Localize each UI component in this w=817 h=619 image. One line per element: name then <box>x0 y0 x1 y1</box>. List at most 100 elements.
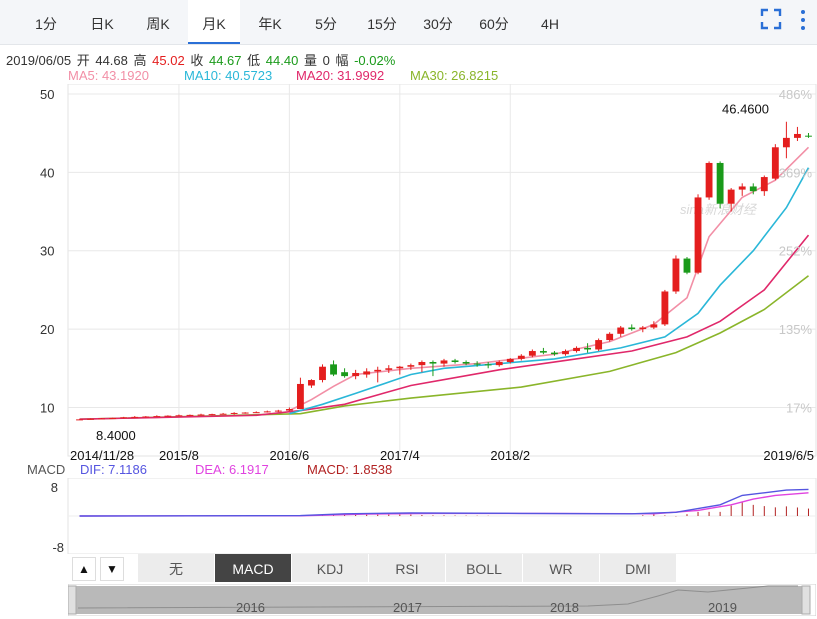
candle-body <box>606 333 614 341</box>
indicator-tab-boll[interactable]: BOLL <box>446 554 523 582</box>
candle <box>274 409 282 413</box>
tab-monthly[interactable]: 月K <box>188 0 240 44</box>
candle-body <box>142 416 150 418</box>
candle-body <box>683 258 691 273</box>
candle <box>263 410 271 413</box>
indicator-tab-kdj[interactable]: KDJ <box>292 554 369 582</box>
candle <box>374 366 382 383</box>
candle <box>330 360 337 377</box>
y-tick-label: 40 <box>40 165 54 180</box>
indicator-tab-none[interactable]: 无 <box>138 554 215 582</box>
candle-body <box>407 365 415 367</box>
candle <box>219 412 227 415</box>
candle-body <box>153 416 161 418</box>
candle <box>76 419 83 421</box>
candle <box>771 144 779 181</box>
tab-weekly[interactable]: 周K <box>132 0 184 44</box>
navigator-label-2018: 2018 <box>550 600 579 615</box>
dif-line <box>79 488 809 517</box>
candle-body <box>87 418 94 420</box>
open-value: 44.68 <box>95 53 128 68</box>
x-tick-label: 2017/4 <box>380 448 420 463</box>
x-tick-label: 2019/6/5 <box>763 448 814 463</box>
tab-daily[interactable]: 日K <box>76 0 128 44</box>
candle <box>296 377 304 410</box>
candle <box>120 416 128 419</box>
y-tick-label: 10 <box>40 400 54 415</box>
candle-body <box>440 360 448 364</box>
x-tick-label: 2016/6 <box>269 448 309 463</box>
candle-body <box>727 189 735 204</box>
navigator-right-handle[interactable] <box>801 585 811 615</box>
candle <box>782 121 790 159</box>
pct-tick-label: 252% <box>779 244 813 259</box>
candle-body <box>539 351 547 353</box>
chart-frame <box>67 84 817 457</box>
macd-axis-top: 8 <box>51 480 58 495</box>
candle-body <box>794 133 801 138</box>
candle <box>573 346 580 353</box>
scroll-down-button[interactable]: ▼ <box>100 557 124 581</box>
tab-yearly[interactable]: 年K <box>244 0 296 44</box>
candle-body <box>672 258 680 292</box>
candle <box>319 364 326 383</box>
tab-4h[interactable]: 4H <box>524 0 576 44</box>
y-tick-label: 20 <box>40 322 54 337</box>
candle <box>175 414 183 417</box>
candle-body <box>308 380 315 386</box>
tab-1min[interactable]: 1分 <box>20 0 72 44</box>
candle-body <box>208 414 216 416</box>
scroll-up-button[interactable]: ▲ <box>72 557 96 581</box>
candle-body <box>263 411 271 413</box>
x-tick-label: 2018/2 <box>490 448 530 463</box>
range-navigator[interactable]: 2016 2017 2018 2019 <box>68 584 816 616</box>
candle <box>760 175 768 196</box>
navigator-label-2016: 2016 <box>236 600 265 615</box>
tab-5min[interactable]: 5分 <box>300 0 352 44</box>
tab-60min[interactable]: 60分 <box>468 0 520 44</box>
y-tick-label: 50 <box>40 87 54 102</box>
tab-30min[interactable]: 30分 <box>412 0 464 44</box>
pct-tick-label: 486% <box>779 87 813 102</box>
macd-value-legend: MACD: 1.8538 <box>307 462 393 477</box>
candle-body <box>109 418 117 420</box>
candle-body <box>771 147 779 179</box>
indicator-tab-dmi[interactable]: DMI <box>600 554 677 582</box>
candle-body <box>175 415 183 417</box>
candle-body <box>551 352 558 355</box>
pct-tick-label: 369% <box>779 165 813 180</box>
candle-body <box>661 291 669 325</box>
quote-date: 2019/06/05 <box>6 53 72 68</box>
macd-label: MACD <box>27 462 66 477</box>
candle-body <box>274 410 282 412</box>
period-tab-bar: 1分 日K 周K 月K 年K 5分 15分 30分 60分 4H <box>0 0 817 45</box>
candle-body <box>760 177 768 192</box>
max-price-label: 46.4600 <box>722 102 769 117</box>
candle-body <box>230 412 238 414</box>
candle-body <box>628 327 636 330</box>
candle <box>539 347 547 355</box>
more-vertical-icon[interactable] <box>798 8 808 38</box>
candle <box>352 369 360 380</box>
tab-15min[interactable]: 15分 <box>356 0 408 44</box>
low-label: 低 <box>247 53 261 68</box>
candle <box>197 413 205 416</box>
expand-icon[interactable] <box>760 8 782 36</box>
candle-body <box>164 415 172 417</box>
candle-body <box>418 362 426 366</box>
candle-body <box>517 355 525 359</box>
candle-body <box>484 364 492 366</box>
volume-label: 量 <box>303 53 317 68</box>
candle-body <box>241 412 249 414</box>
candle-body <box>528 351 536 356</box>
candle-body <box>76 419 83 421</box>
candle-body <box>749 186 757 192</box>
candlestick-chart[interactable]: sina新浪财经 50 486% 40 369% 30 252% 20 135% 10 17% 20… <box>0 84 817 464</box>
navigator-selection[interactable] <box>76 586 802 614</box>
candle <box>705 161 713 200</box>
indicator-tab-rsi[interactable]: RSI <box>369 554 446 582</box>
candle <box>617 325 625 337</box>
navigator-left-handle[interactable] <box>68 585 77 615</box>
indicator-tab-wr[interactable]: WR <box>523 554 600 582</box>
indicator-tab-macd[interactable]: MACD <box>215 554 292 582</box>
